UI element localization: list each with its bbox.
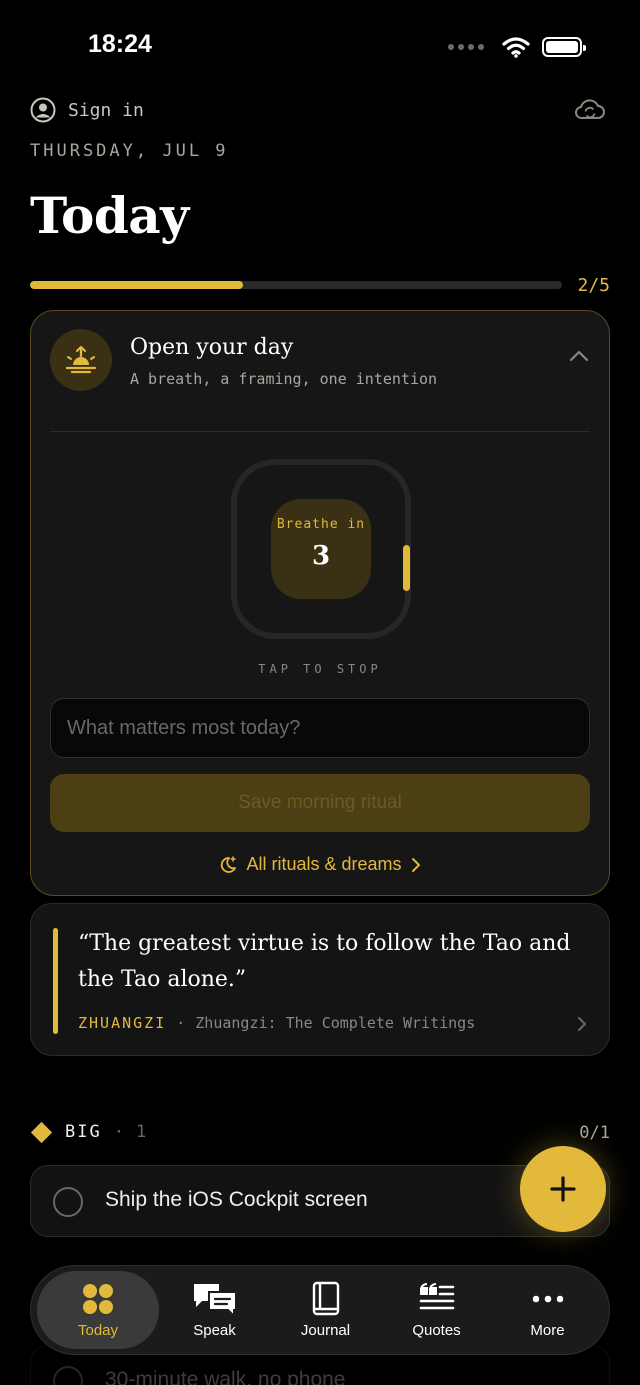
tab-quotes-label: Quotes [412, 1321, 461, 1339]
task-checkbox[interactable] [53, 1366, 83, 1385]
cloud-sync-icon [575, 99, 605, 119]
quote-source: Zhuangzi: The Complete Writings [195, 1014, 476, 1032]
daily-quote-card[interactable]: “The greatest virtue is to follow the Ta… [30, 903, 610, 1056]
cloud-sync-button[interactable] [574, 97, 606, 125]
quote-text: “The greatest virtue is to follow the Ta… [78, 931, 571, 992]
dots-grid-icon [83, 1283, 113, 1314]
tap-to-stop-hint: TAP TO STOP [258, 662, 382, 676]
tab-journal[interactable]: Journal [270, 1271, 381, 1349]
page-title: Today [30, 186, 189, 245]
breath-count: 3 [311, 541, 331, 571]
tab-journal-label: Journal [300, 1321, 351, 1339]
ritual-subtitle: A breath, a framing, one intention [130, 370, 438, 388]
quote-meta: ZHUANGZI · Zhuangzi: The Complete Writin… [78, 1014, 475, 1032]
quote-icon [419, 1282, 454, 1309]
big-section-count: 1 [135, 1122, 147, 1142]
plus-icon [550, 1176, 576, 1202]
big-section-progress: 0/1 [579, 1123, 610, 1143]
quote-accent-bar [53, 928, 58, 1034]
task-checkbox[interactable] [53, 1187, 83, 1217]
big-section-title: BIG [65, 1122, 102, 1142]
ellipsis-icon [532, 1295, 563, 1302]
tab-quotes[interactable]: Quotes [381, 1271, 492, 1349]
sunrise-badge [50, 329, 112, 391]
save-ritual-button[interactable]: Save morning ritual [50, 774, 590, 832]
chevron-right-icon [578, 1017, 586, 1031]
tab-speak-label: Speak [193, 1321, 236, 1339]
tab-today[interactable]: Today [37, 1271, 159, 1349]
day-progress-fill [30, 281, 243, 289]
status-icons [448, 36, 586, 58]
chevron-up-icon [569, 350, 589, 362]
user-icon [30, 97, 56, 123]
big-section-separator: · [113, 1122, 124, 1142]
card-divider [50, 431, 590, 432]
speech-bubbles-icon [193, 1283, 237, 1317]
quote-separator: · [176, 1014, 186, 1032]
tab-bar: Today Speak Journal Quotes More [30, 1265, 610, 1355]
diamond-icon [30, 1121, 53, 1143]
task-label: Ship the iOS Cockpit screen [105, 1188, 368, 1211]
morning-ritual-card: Open your day A breath, a framing, one i… [30, 310, 610, 896]
big-section-header: BIG · 1 [30, 1121, 147, 1143]
day-progress-count: 2/5 [577, 275, 610, 296]
task-label: 30-minute walk, no phone [105, 1368, 346, 1385]
quote-author: ZHUANGZI [78, 1014, 167, 1032]
sunrise-icon [65, 345, 97, 374]
moon-sparkle-icon [221, 855, 237, 873]
all-rituals-label: All rituals & dreams [246, 854, 402, 874]
status-time: 18:24 [88, 30, 152, 58]
tab-speak[interactable]: Speak [159, 1271, 270, 1349]
intention-input[interactable] [50, 698, 590, 758]
day-progress-bar [30, 281, 562, 289]
breath-phase-label: Breathe in [276, 517, 366, 532]
date-label: THURSDAY, JUL 9 [30, 141, 229, 161]
tab-more[interactable]: More [492, 1271, 603, 1349]
add-task-button[interactable] [520, 1146, 606, 1232]
collapse-button[interactable] [569, 347, 589, 366]
chevron-right-icon [411, 857, 420, 872]
ritual-title: Open your day [130, 335, 294, 360]
cellular-signal-icon [448, 44, 484, 50]
wifi-icon [502, 37, 530, 58]
breath-progress-indicator [403, 545, 410, 591]
all-rituals-link[interactable]: All rituals & dreams [31, 854, 609, 875]
tab-more-label: More [530, 1321, 565, 1339]
tab-today-label: Today [77, 1321, 119, 1339]
battery-icon [542, 37, 586, 57]
book-icon [312, 1281, 339, 1315]
sign-in-label: Sign in [68, 99, 144, 121]
sign-in-button[interactable]: Sign in [30, 97, 144, 123]
